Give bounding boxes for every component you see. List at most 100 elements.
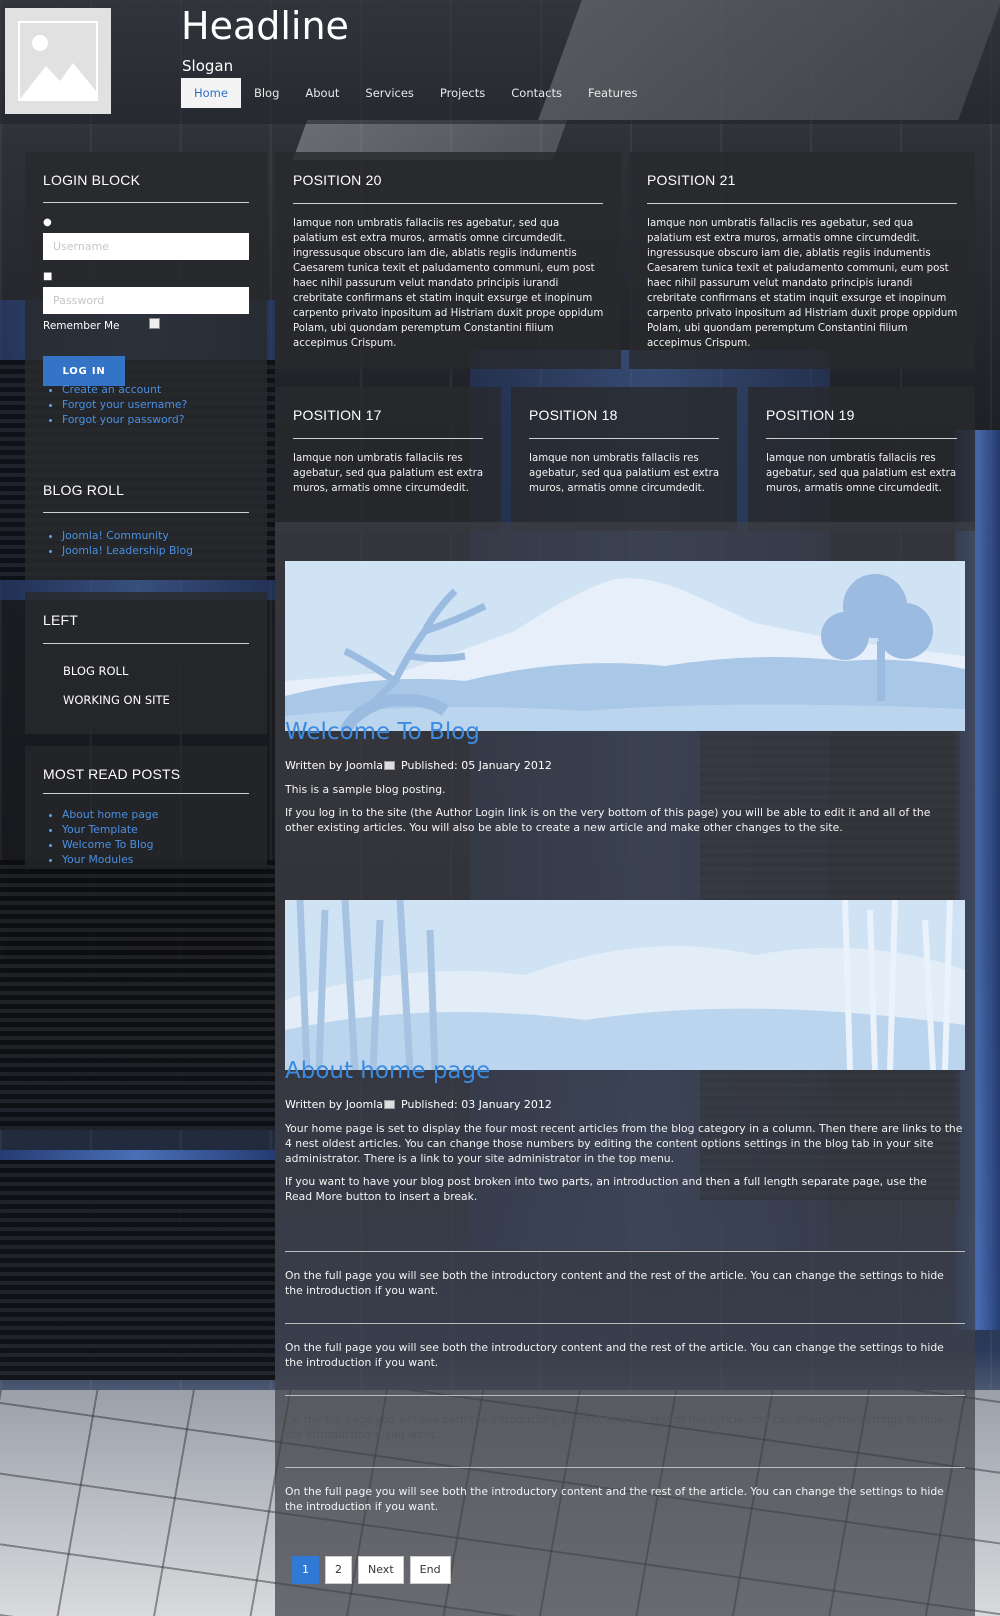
username-input[interactable] — [43, 233, 249, 260]
divider — [285, 1395, 965, 1396]
pagination: 1 2 Next End — [292, 1556, 451, 1584]
blog-roll-title: BLOG ROLL — [43, 482, 125, 498]
list-item: About home page — [62, 807, 158, 822]
position-17-title: POSITION 17 — [293, 407, 382, 423]
about-home-page-link[interactable]: About home page — [62, 808, 158, 821]
position-19-text: Iamque non umbratis fallaciis res agebat… — [766, 453, 957, 494]
position-19-block: POSITION 19 Iamque non umbratis fallacii… — [748, 387, 975, 531]
divider — [43, 512, 249, 513]
page-2-button[interactable]: 2 — [325, 1556, 352, 1584]
your-modules-link[interactable]: Your Modules — [62, 853, 133, 866]
article-paragraph: This is a sample blog posting. — [285, 783, 446, 796]
login-links: Create an account Forgot your username? … — [43, 382, 187, 427]
position-19-title: POSITION 19 — [766, 407, 855, 423]
site-title: Headline — [181, 4, 349, 48]
left-menu-item-working-on-site[interactable]: WORKING ON SITE — [63, 693, 170, 707]
remember-me-checkbox[interactable] — [149, 318, 160, 329]
mountain-banner-image — [285, 561, 965, 731]
divider — [293, 203, 603, 204]
login-block-title: LOGIN BLOCK — [43, 172, 141, 188]
most-read-links: About home page Your Template Welcome To… — [43, 807, 158, 867]
site-header: Headline Slogan Home Blog About Services… — [0, 0, 1000, 124]
logo-placeholder[interactable] — [5, 8, 111, 114]
divider — [647, 203, 957, 204]
divider — [766, 438, 957, 439]
position-21-title: POSITION 21 — [647, 172, 736, 188]
user-icon: ● — [43, 217, 52, 228]
list-item: Forgot your username? — [62, 397, 187, 412]
email-icon[interactable] — [384, 1100, 396, 1109]
left-menu-block: LEFT BLOG ROLL WORKING ON SITE — [25, 592, 267, 734]
joomla-community-link[interactable]: Joomla! Community — [62, 529, 169, 542]
next-page-button[interactable]: Next — [358, 1556, 404, 1584]
position-18-title: POSITION 18 — [529, 407, 618, 423]
position-17-text: Iamque non umbratis fallaciis res agebat… — [293, 453, 484, 494]
published-date: Published: 05 January 2012 — [401, 759, 552, 772]
page-1-button[interactable]: 1 — [292, 1556, 319, 1584]
position-20-title: POSITION 20 — [293, 172, 382, 188]
article-paragraph: On the full page you will see both the i… — [285, 1341, 944, 1369]
divider — [43, 643, 249, 644]
divider — [43, 202, 249, 203]
divider — [293, 438, 483, 439]
list-item: Joomla! Community — [62, 528, 193, 543]
left-menu-title: LEFT — [43, 612, 79, 628]
end-page-button[interactable]: End — [409, 1556, 451, 1584]
position-20-block: POSITION 20 Iamque non umbratis fallacii… — [275, 152, 621, 369]
forgot-password-link[interactable]: Forgot your password? — [62, 413, 185, 426]
author-label: Written by Joomla — [285, 759, 384, 772]
login-block: LOGIN BLOCK ● ■ Remember Me LOG IN Creat… — [25, 152, 267, 462]
nav-contacts[interactable]: Contacts — [498, 78, 575, 108]
article-title-welcome[interactable]: Welcome To Blog — [285, 719, 480, 745]
nav-blog[interactable]: Blog — [241, 78, 292, 108]
nav-services[interactable]: Services — [352, 78, 427, 108]
author-label: Written by Joomla — [285, 1098, 384, 1111]
divider — [529, 438, 719, 439]
list-item: Welcome To Blog — [62, 837, 158, 852]
article-paragraph: If you log in to the site (the Author Lo… — [285, 806, 931, 834]
most-read-posts-block: MOST READ POSTS About home page Your Tem… — [25, 746, 267, 866]
divider — [43, 793, 249, 794]
nav-projects[interactable]: Projects — [427, 78, 498, 108]
divider — [285, 1323, 965, 1324]
article-paragraph: If you want to have your blog post broke… — [285, 1175, 927, 1203]
list-item: Your Modules — [62, 852, 158, 867]
article-meta: Written by Joomla Published: 05 January … — [285, 759, 552, 772]
blog-roll-block: BLOG ROLL Joomla! Community Joomla! Lead… — [25, 462, 267, 580]
published-date: Published: 03 January 2012 — [401, 1098, 552, 1111]
welcome-to-blog-link[interactable]: Welcome To Blog — [62, 838, 153, 851]
password-input[interactable] — [43, 287, 249, 314]
bamboo-banner-image — [285, 900, 965, 1070]
list-item: Joomla! Leadership Blog — [62, 543, 193, 558]
nav-features[interactable]: Features — [575, 78, 650, 108]
create-account-link[interactable]: Create an account — [62, 383, 161, 396]
position-21-block: POSITION 21 Iamque non umbratis fallacii… — [629, 152, 975, 369]
divider — [285, 1251, 965, 1252]
position-18-text: Iamque non umbratis fallaciis res agebat… — [529, 453, 720, 494]
article-title-about-home[interactable]: About home page — [285, 1058, 490, 1084]
blog-roll-links: Joomla! Community Joomla! Leadership Blo… — [43, 528, 193, 558]
left-menu-item-blog-roll[interactable]: BLOG ROLL — [63, 664, 128, 678]
list-item: Forgot your password? — [62, 412, 187, 427]
email-icon[interactable] — [384, 761, 396, 770]
site-slogan: Slogan — [182, 57, 234, 75]
most-read-posts-title: MOST READ POSTS — [43, 766, 181, 782]
main-nav: Home Blog About Services Projects Contac… — [181, 78, 650, 108]
article-meta: Written by Joomla Published: 03 January … — [285, 1098, 552, 1111]
article-paragraph: On the full page you will see both the i… — [285, 1413, 944, 1441]
position-17-block: POSITION 17 Iamque non umbratis fallacii… — [275, 387, 501, 531]
article-paragraph: Your home page is set to display the fou… — [285, 1122, 963, 1165]
nav-home[interactable]: Home — [181, 78, 241, 108]
position-21-text: Iamque non umbratis fallaciis res agebat… — [647, 218, 958, 349]
position-18-block: POSITION 18 Iamque non umbratis fallacii… — [511, 387, 737, 531]
your-template-link[interactable]: Your Template — [62, 823, 138, 836]
divider — [285, 1467, 965, 1468]
position-20-text: Iamque non umbratis fallaciis res agebat… — [293, 218, 604, 349]
forgot-username-link[interactable]: Forgot your username? — [62, 398, 187, 411]
article-paragraph: On the full page you will see both the i… — [285, 1485, 944, 1513]
list-item: Create an account — [62, 382, 187, 397]
joomla-leadership-blog-link[interactable]: Joomla! Leadership Blog — [62, 544, 193, 557]
nav-about[interactable]: About — [292, 78, 352, 108]
main-content: Welcome To Blog Written by Joomla Publis… — [275, 522, 975, 1616]
article-paragraph: On the full page you will see both the i… — [285, 1269, 944, 1297]
